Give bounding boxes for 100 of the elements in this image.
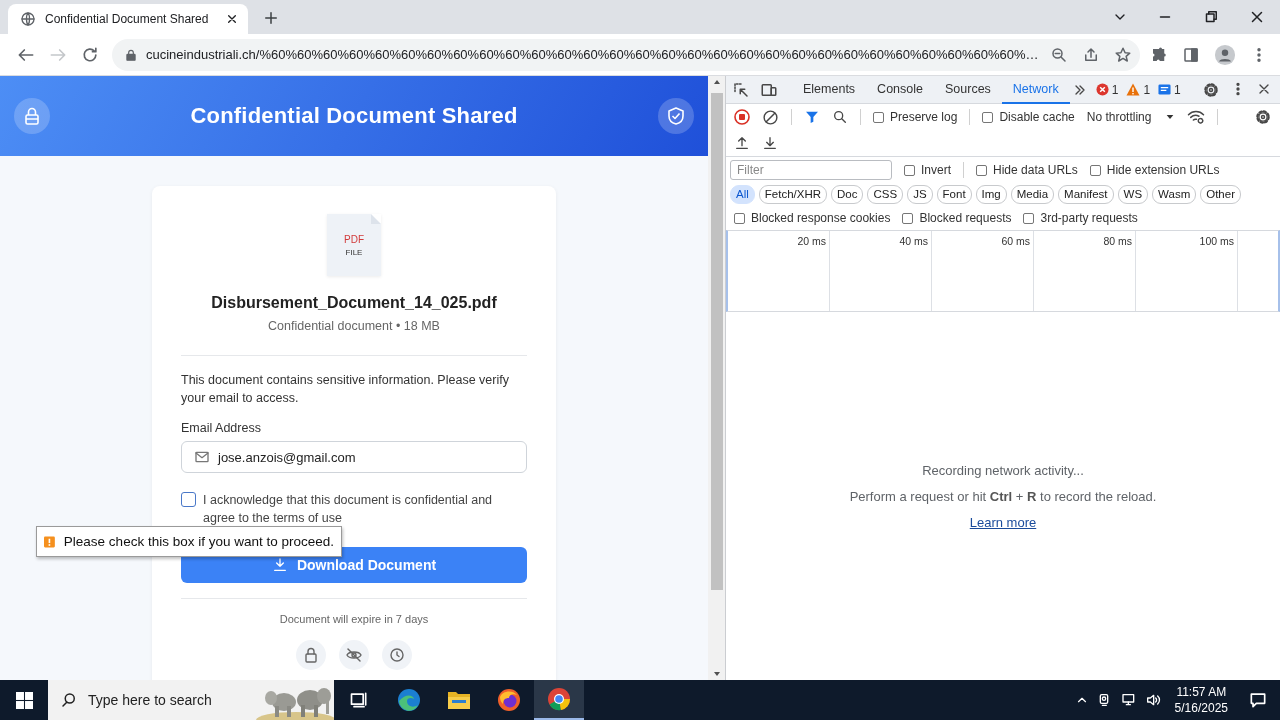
- type-filter-chip[interactable]: Other: [1200, 185, 1241, 204]
- task-view-icon[interactable]: [349, 690, 369, 710]
- checkbox[interactable]: [982, 111, 994, 123]
- address-bar[interactable]: cucineindustriali.ch/%60%60%60%60%60%60%60%60%60%60%60%60%60%60%60%60%60%60%60%60%60%60%60%60%60%60%60%60%60%…: [112, 38, 1140, 71]
- issue-count: 1: [1111, 82, 1119, 97]
- checkbox[interactable]: [1023, 212, 1035, 224]
- checkbox[interactable]: [873, 111, 884, 123]
- throttling-dropdown[interactable]: No throttling: [1086, 110, 1176, 124]
- upload-icon[interactable]: [734, 135, 750, 151]
- checkbox-label: Blocked requests: [919, 211, 1012, 225]
- issue-count: 1: [1143, 82, 1151, 97]
- notification-icon[interactable]: [1248, 690, 1268, 710]
- checkbox[interactable]: [902, 212, 914, 224]
- type-filter-chip[interactable]: Img: [975, 185, 1007, 204]
- type-filter-chip[interactable]: Doc: [831, 185, 864, 204]
- issue-count: 1: [1174, 82, 1181, 97]
- zoom-out-icon[interactable]: [1050, 45, 1068, 64]
- clock-date: 5/16/2025: [1174, 700, 1228, 716]
- field-label: Email Address: [181, 421, 262, 435]
- windows-logo-icon[interactable]: [15, 691, 33, 709]
- expiry-note: Document will expire in 7 days: [278, 613, 430, 625]
- checkbox[interactable]: [181, 492, 196, 507]
- error-icon[interactable]: [1095, 83, 1109, 96]
- timeline-tick: 40 ms: [899, 235, 928, 247]
- clock-time: 11:57 AM: [1176, 684, 1227, 700]
- lock-icon: [296, 640, 326, 670]
- type-filter-chip[interactable]: Wasm: [1152, 185, 1197, 204]
- devtools-tab[interactable]: Elements: [792, 75, 867, 104]
- tooltip-text: Please check this box if you want to proceed.: [63, 534, 334, 549]
- empty-state-hint: Perform a request or hit Ctrl + R to record the reload.: [849, 488, 1157, 504]
- devtools-tab[interactable]: Sources: [934, 75, 1002, 104]
- timeline-tick: 60 ms: [1001, 235, 1030, 247]
- type-filter-chip[interactable]: Media: [1010, 185, 1055, 204]
- file-caption: FILE: [345, 247, 363, 257]
- envelope-icon: [194, 449, 210, 465]
- settings-icon[interactable]: [1202, 80, 1220, 99]
- taskbar-search-field[interactable]: Type here to search: [48, 680, 334, 720]
- email-field[interactable]: jose.anzois@gmail.com: [181, 441, 527, 473]
- learn-more-link[interactable]: Learn more: [969, 514, 1037, 530]
- scrollbar[interactable]: [708, 76, 725, 680]
- puzzle-icon[interactable]: [1150, 45, 1168, 64]
- timeline-tick: 80 ms: [1103, 235, 1132, 247]
- type-filter-chip[interactable]: CSS: [867, 185, 904, 204]
- filter-field[interactable]: Filter: [730, 160, 892, 180]
- wifi-settings-icon[interactable]: [1187, 108, 1206, 126]
- segmented-circle-icon[interactable]: [547, 687, 571, 711]
- notice-text: This document contains sensitive information. Please verify your email to access.: [181, 372, 510, 407]
- url-text: cucineindustriali.ch/%60%60%60%60%60%60%60%60%60%60%60%60%60%60%60%60%60%60%60%60%60%60%60%60%60%60%60%60%60%…: [146, 47, 1040, 62]
- type-filter-chip[interactable]: All: [730, 185, 755, 204]
- clock-icon: [382, 640, 412, 670]
- checkbox-label: 3rd-party requests: [1040, 211, 1138, 225]
- empty-state-title: Recording network activity...: [922, 462, 1084, 478]
- search-icon[interactable]: [832, 109, 848, 125]
- browser-tab[interactable]: Confidential Document Shared: [8, 4, 248, 34]
- globe-icon: [20, 11, 36, 27]
- message-icon[interactable]: [1158, 83, 1172, 96]
- type-filter-chip[interactable]: Font: [936, 185, 972, 204]
- share-icon[interactable]: [1082, 45, 1100, 64]
- timeline-tick: 20 ms: [797, 235, 826, 247]
- type-filter-chip[interactable]: JS: [907, 185, 933, 204]
- avatar-icon[interactable]: [1214, 43, 1236, 66]
- type-filter-chip[interactable]: Manifest: [1058, 185, 1114, 204]
- checkbox[interactable]: [1089, 164, 1101, 176]
- inspect-icon[interactable]: [732, 80, 750, 99]
- file-meta: Confidential document • 18 MB: [268, 319, 440, 333]
- file-type-label: PDF: [344, 233, 364, 245]
- type-filter-chip[interactable]: Fetch/XHR: [758, 185, 828, 204]
- plus-icon[interactable]: [262, 9, 280, 27]
- flame-circle-icon[interactable]: [497, 688, 521, 712]
- warning-icon[interactable]: [1126, 83, 1141, 96]
- folder-icon[interactable]: [447, 689, 471, 711]
- checkbox-label: I acknowledge that this document is confidential and agree to the terms of use: [203, 492, 494, 527]
- speaker-icon[interactable]: [1144, 692, 1161, 708]
- checkbox[interactable]: [976, 164, 987, 176]
- devtools-tab[interactable]: Network: [1001, 75, 1070, 104]
- settings-icon[interactable]: [1254, 108, 1272, 126]
- caret-down-icon[interactable]: [712, 671, 721, 677]
- checkbox[interactable]: [904, 164, 915, 176]
- shield-check-icon: [658, 98, 694, 134]
- eye-off-icon: [339, 640, 369, 670]
- stop-recording-icon[interactable]: [734, 109, 750, 125]
- sidebar-icon[interactable]: [1182, 45, 1200, 64]
- file-name: Disbursement_Document_14_025.pdf: [211, 294, 497, 312]
- checkbox-label: Invert: [921, 163, 951, 177]
- filter-icon[interactable]: [804, 109, 820, 125]
- type-filter-chip[interactable]: WS: [1117, 185, 1149, 204]
- swirl-circle-icon[interactable]: [397, 688, 421, 712]
- tab-title: Confidential Document Shared: [45, 12, 210, 26]
- checkbox-label: Hide extension URLs: [1106, 163, 1220, 177]
- star-icon[interactable]: [1114, 45, 1132, 64]
- clear-icon[interactable]: [762, 108, 779, 126]
- monitor-icon[interactable]: [1120, 692, 1137, 708]
- caret-up-icon[interactable]: [712, 79, 721, 85]
- checkbox[interactable]: [734, 212, 745, 224]
- page-title: Confidential Document Shared: [190, 103, 518, 129]
- search-icon: [60, 691, 78, 709]
- lock-icon: [124, 47, 138, 62]
- checkbox-label: Blocked response cookies: [751, 211, 891, 225]
- download-icon[interactable]: [762, 135, 778, 151]
- devtools-tab[interactable]: Console: [866, 75, 934, 104]
